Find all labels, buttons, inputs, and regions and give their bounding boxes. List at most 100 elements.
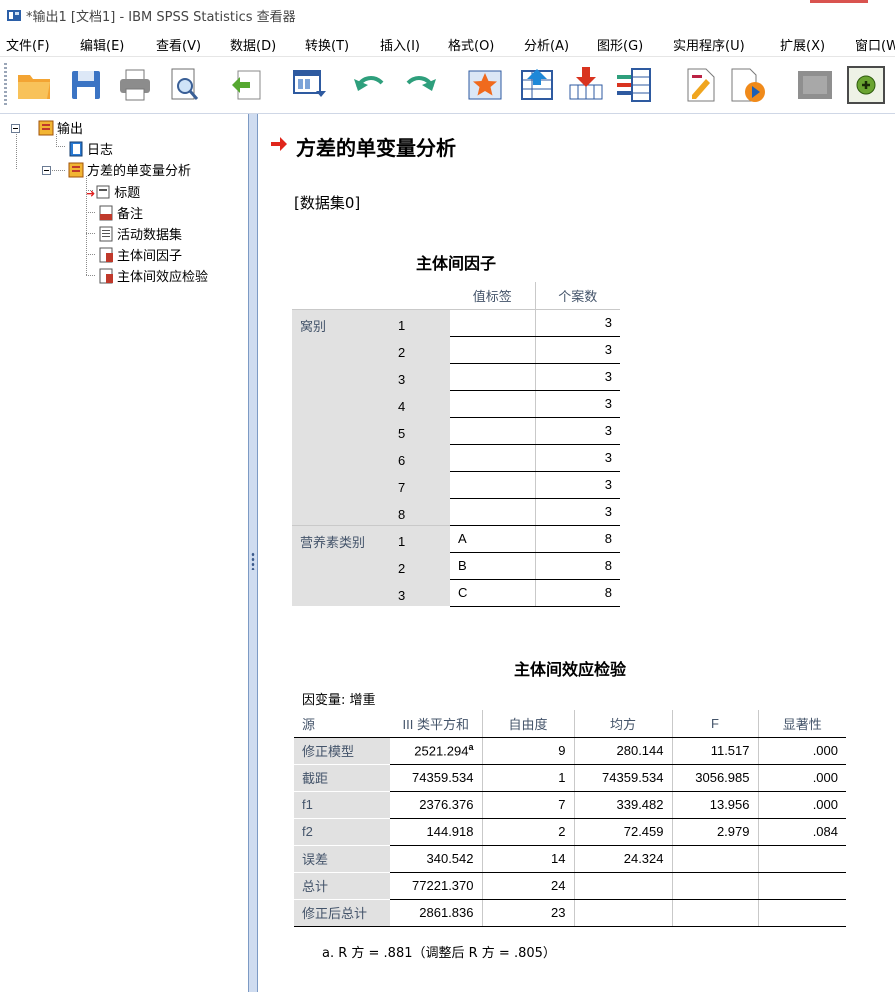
output-book-icon <box>38 120 54 136</box>
factor-level: 5 <box>390 417 450 444</box>
menu-graphs[interactable]: 图形(G) <box>597 35 643 54</box>
menu-edit[interactable]: 编辑(E) <box>80 35 124 54</box>
tree-collapse-root[interactable] <box>11 124 20 133</box>
menu-utilities[interactable]: 实用程序(U) <box>673 35 745 54</box>
tree-node-between-factors[interactable]: 主体间因子 <box>98 245 182 264</box>
print-preview-icon[interactable] <box>164 65 204 105</box>
goto-variable-icon[interactable] <box>566 65 606 105</box>
factor-level: 6 <box>390 444 450 471</box>
menu-bar: 文件(F) 编辑(E) 查看(V) 数据(D) 转换(T) 插入(I) 格式(O… <box>0 30 895 57</box>
tree-node-output[interactable]: 输出 <box>38 118 83 137</box>
menu-analyze[interactable]: 分析(A) <box>524 35 569 54</box>
factor-value-label <box>450 309 536 337</box>
effects-source-text: 总计 <box>302 879 329 894</box>
title-bar: *输出1 [文档1] - IBM SPSS Statistics 查看器 <box>0 0 895 30</box>
open-folder-icon[interactable] <box>14 65 54 105</box>
effects-row: f2 144.918 2 72.459 2.979 .084 <box>294 818 846 846</box>
effects-df: 2 <box>482 818 575 846</box>
select-last-output-icon[interactable] <box>680 65 720 105</box>
menu-data[interactable]: 数据(D) <box>230 35 276 54</box>
tree-node-active-dataset[interactable]: 活动数据集 <box>98 224 182 243</box>
factor-row: 营养素类别 1 A 8 <box>292 524 620 606</box>
effects-source: f2 <box>294 818 390 846</box>
current-item-arrow-icon <box>271 137 287 151</box>
effects-source-text: f1 <box>302 797 313 812</box>
effects-row: f1 2376.376 7 339.482 13.956 .000 <box>294 791 846 819</box>
designate-window-icon[interactable] <box>728 65 768 105</box>
effects-sig-text: .000 <box>812 797 838 812</box>
recall-dialog-icon[interactable] <box>290 65 330 105</box>
effects-table-caption: 主体间效应检验 <box>513 660 626 679</box>
factor-n: 3 <box>535 498 620 526</box>
effects-ss-text: 2861.836 <box>419 905 474 920</box>
tree-node-notes[interactable]: 备注 <box>98 203 143 222</box>
factor-value-label: A <box>450 525 536 553</box>
print-icon[interactable] <box>115 65 155 105</box>
effects-df-text: 2 <box>558 824 566 839</box>
tree-label-effects-test: 主体间效应检验 <box>117 270 209 285</box>
menu-window[interactable]: 窗口(W) <box>855 35 895 54</box>
effects-ss-text: 77221.370 <box>412 878 474 893</box>
toolbar <box>0 57 895 114</box>
goto-case-icon[interactable] <box>517 65 557 105</box>
effects-source-text: f2 <box>302 824 313 839</box>
tree-node-effects-test[interactable]: 主体间效应检验 <box>98 266 208 285</box>
dataset-label[interactable]: [数据集0] <box>294 192 360 213</box>
tree-node-log[interactable]: 日志 <box>68 139 113 158</box>
effects-f-text: 2.979 <box>716 824 750 839</box>
effects-source: 截距 <box>294 764 390 792</box>
collapse-icon[interactable] <box>795 65 835 105</box>
show-icon[interactable] <box>846 65 886 105</box>
menu-format[interactable]: 格式(O) <box>448 35 494 54</box>
effects-ss: 74359.534 <box>390 764 483 792</box>
footnote-marker[interactable]: a <box>468 742 473 752</box>
effects-ms-text: 280.144 <box>616 743 664 758</box>
save-icon[interactable] <box>66 65 106 105</box>
tree-node-title[interactable]: ➜ 标题 <box>86 182 140 201</box>
effects-ss-text: 74359.534 <box>412 770 474 785</box>
factor-n: 8 <box>535 525 620 553</box>
effects-ss-text: 2521.294 <box>414 743 469 759</box>
factor-n: 3 <box>535 390 620 418</box>
factor-level: 2 <box>390 336 450 363</box>
menu-transform[interactable]: 转换(T) <box>305 35 349 54</box>
effects-f-text: 3056.985 <box>695 770 750 785</box>
effects-footnote: a. R 方 = .881（调整后 R 方 = .805） <box>322 946 556 961</box>
tree-collapse-analysis[interactable] <box>42 166 51 175</box>
effects-ms-text: 72.459 <box>623 824 664 839</box>
menu-extensions[interactable]: 扩展(X) <box>780 35 825 54</box>
menu-view[interactable]: 查看(V) <box>156 35 201 54</box>
redo-icon[interactable] <box>400 65 440 105</box>
effects-ss: 340.542 <box>390 845 483 873</box>
export-icon[interactable] <box>228 65 268 105</box>
factor-level: 1 <box>390 309 450 336</box>
undo-icon[interactable] <box>350 65 390 105</box>
factor-level: 3 <box>390 363 450 390</box>
table-icon <box>99 268 113 284</box>
effects-f: 2.979 <box>672 818 759 846</box>
goto-data-icon[interactable] <box>465 65 505 105</box>
close-button-edge[interactable] <box>810 0 868 3</box>
pane-splitter[interactable] <box>248 114 258 992</box>
effects-source-text: 修正后总计 <box>302 906 368 921</box>
effects-ss-text: 2376.376 <box>419 797 474 812</box>
tree-label-between-factors: 主体间因子 <box>117 249 183 264</box>
variables-icon[interactable] <box>614 65 654 105</box>
effects-sig: .000 <box>758 791 846 819</box>
effects-table[interactable]: 源 III 类平方和 自由度 均方 F 显著性 修正模型 2521.294a 9 28… <box>294 710 846 927</box>
toolbar-grip[interactable] <box>4 63 7 107</box>
effects-sig <box>758 872 846 900</box>
menu-insert[interactable]: 插入(I) <box>380 35 420 54</box>
effects-ms: 74359.534 <box>574 764 673 792</box>
effects-f-text: 13.956 <box>709 797 750 812</box>
tree-connector <box>56 134 57 146</box>
effects-df-text: 14 <box>551 851 566 866</box>
effects-source: 修正模型 <box>294 737 390 765</box>
output-heading[interactable]: 方差的单变量分析 <box>296 132 456 161</box>
menu-file[interactable]: 文件(F) <box>6 35 50 54</box>
effects-ms-text: 24.324 <box>623 851 664 866</box>
factor-level: 3 <box>390 579 450 606</box>
factor-level: 2 <box>390 552 450 579</box>
factors-table[interactable]: 值标签 个案数 窝别 1 3 2 3 3 3 4 3 5 3 6 3 7 3 8 3 营养素类别 1 A 8 2 B 8 3 C 8 <box>292 282 620 607</box>
splitter-grip[interactable] <box>251 552 255 570</box>
